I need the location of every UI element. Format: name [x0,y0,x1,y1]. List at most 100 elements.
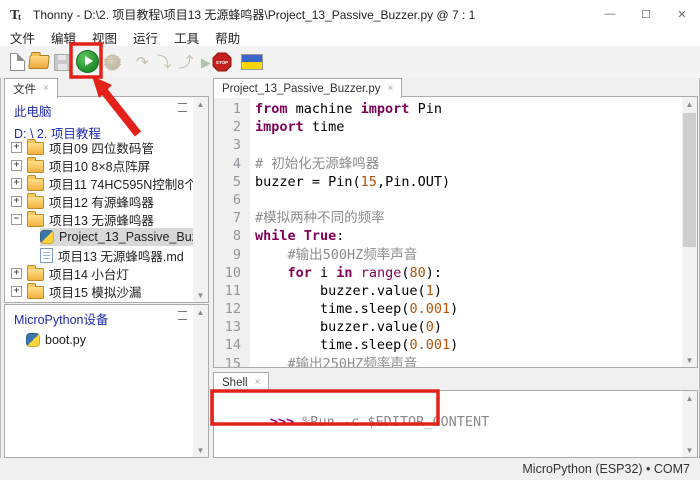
code-text [250,136,255,154]
line-number: 13 [214,318,250,336]
save-file-icon[interactable] [50,49,74,75]
tab-shell[interactable]: Shell × [213,372,269,392]
code-line: 8while True: [214,227,682,245]
tree-item-label: 项目12 有源蜂鸣器 [49,192,154,210]
scroll-down-icon[interactable]: ▼ [193,288,208,302]
close-button[interactable]: ✕ [664,0,700,28]
line-number: 4 [214,155,250,173]
tree-item[interactable]: +项目09 四位数码管 [5,138,193,156]
tab-files[interactable]: 文件 × [4,78,58,98]
support-ukraine-flag-icon[interactable] [240,49,264,75]
code-line: 4# 初始化无源蜂鸣器 [214,155,682,173]
menu-item[interactable]: 视图 [84,28,125,47]
tree-item[interactable]: −项目13 无源蜂鸣器 [5,210,193,228]
code-editor[interactable]: 1from machine import Pin2import time34# … [213,96,698,368]
code-line: 5buzzer = Pin(15,Pin.OUT) [214,173,682,191]
step-into-icon[interactable]: ⤵ [152,49,176,75]
code-text: buzzer.value(0) [250,318,442,336]
shell-panel[interactable]: >>> %Run -c $EDITOR_CONTENT ▲ ▼ [213,390,698,458]
open-file-icon[interactable] [27,49,51,75]
device-panel-menu-icon[interactable] [178,311,187,320]
plus-expander-icon[interactable]: + [11,286,22,297]
minus-expander-icon[interactable]: − [11,214,22,225]
python-file-icon [26,333,40,347]
shell-scrollbar[interactable]: ▲ ▼ [682,391,697,457]
device-file-tree: boot.py [5,331,193,349]
files-panel-menu-icon[interactable] [178,103,187,112]
tree-item-label: 项目11 74HC595N控制8个LED [49,174,193,192]
scroll-down-icon[interactable]: ▼ [193,443,208,457]
plus-expander-icon[interactable]: + [11,268,22,279]
code-text: #输出250HZ频率声音 [250,355,417,367]
window-title: Thonny - D:\2. 项目教程\项目13 无源蜂鸣器\Project_1… [33,6,475,23]
tab-close-icon[interactable]: × [388,83,394,94]
tab-close-icon[interactable]: × [255,377,261,388]
scroll-down-icon[interactable]: ▼ [682,443,697,457]
folder-file-icon [27,142,44,155]
tree-item[interactable]: Project_13_Passive_Buzzer [5,228,193,246]
line-number: 15 [214,355,250,367]
line-number: 7 [214,209,250,227]
code-text: time.sleep(0.001) [250,300,458,318]
tab-editor[interactable]: Project_13_Passive_Buzzer.py × [213,78,402,98]
menu-item[interactable]: 文件 [2,28,43,47]
tree-item-label: boot.py [45,333,86,347]
menu-item[interactable]: 帮助 [207,28,248,47]
run-script-icon[interactable] [75,48,99,74]
scroll-up-icon[interactable]: ▲ [682,391,697,405]
code-area[interactable]: 1from machine import Pin2import time34# … [214,100,682,367]
debug-script-icon[interactable] [100,49,124,75]
menu-item[interactable]: 工具 [166,28,207,47]
menu-bar: 文件编辑视图运行工具帮助 [0,28,700,46]
shell-prompt-line: >>> %Run -c $EDITOR_CONTENT [221,397,489,448]
menu-item[interactable]: 编辑 [43,28,84,47]
plus-expander-icon[interactable]: + [11,142,22,153]
this-pc-label[interactable]: 此电脑 [14,101,52,120]
line-number: 12 [214,300,250,318]
device-panel-label[interactable]: MicroPython设备 [14,309,108,328]
tree-item[interactable]: + 项目11 74HC595N控制8个LED [5,174,193,192]
svg-text:STOP: STOP [216,60,228,65]
scroll-down-icon[interactable]: ▼ [682,353,697,367]
scrollbar-thumb[interactable] [683,113,696,247]
toolbar: ↷ ⤵ ⤴ ▶ STOP [0,46,700,78]
plus-expander-icon[interactable]: + [11,196,22,207]
code-line: 10 for i in range(80): [214,264,682,282]
maximize-button[interactable]: ☐ [628,0,664,28]
files-scrollbar[interactable]: ▲ ▼ [193,97,208,302]
tree-item[interactable]: + 项目12 有源蜂鸣器 [5,192,193,210]
svg-text:t: t [18,12,21,22]
tab-shell-label: Shell [222,377,248,389]
editor-scrollbar[interactable]: ▲ ▼ [682,97,697,367]
tab-files-label: 文件 [13,81,36,97]
line-number: 8 [214,227,250,245]
line-number: 6 [214,191,250,209]
tree-item[interactable]: +项目10 8×8点阵屏 [5,156,193,174]
tree-item[interactable]: +项目14 小台灯 [5,264,193,282]
step-over-icon[interactable]: ↷ [130,49,154,75]
menu-item[interactable]: 运行 [125,28,166,47]
code-line: 2import time [214,118,682,136]
scroll-up-icon[interactable]: ▲ [193,97,208,111]
minimize-button[interactable]: — [592,0,628,28]
code-line: 15 #输出250HZ频率声音 [214,355,682,367]
scroll-up-icon[interactable]: ▲ [682,97,697,111]
plus-expander-icon[interactable]: + [11,160,22,171]
line-number: 9 [214,246,250,264]
scroll-up-icon[interactable]: ▲ [193,305,208,319]
folder-file-icon [27,214,44,227]
tree-item[interactable]: 项目13 无源蜂鸣器.md [5,246,193,264]
code-text: import time [250,118,344,136]
new-file-icon[interactable] [5,49,29,75]
plus-expander-icon[interactable]: + [11,178,22,189]
line-number: 1 [214,100,250,118]
shell-prompt: >>> [270,414,294,430]
stop-restart-icon[interactable]: STOP [210,49,234,75]
backend-status-label[interactable]: MicroPython (ESP32) • COM7 [522,462,700,476]
tree-item[interactable]: +项目15 模拟沙漏 [5,282,193,300]
tab-close-icon[interactable]: × [43,83,49,94]
tree-item[interactable]: boot.py [5,331,193,349]
code-line: 11 buzzer.value(1) [214,282,682,300]
device-scrollbar[interactable]: ▲ ▼ [193,305,208,457]
status-bar: MicroPython (ESP32) • COM7 [0,458,700,480]
